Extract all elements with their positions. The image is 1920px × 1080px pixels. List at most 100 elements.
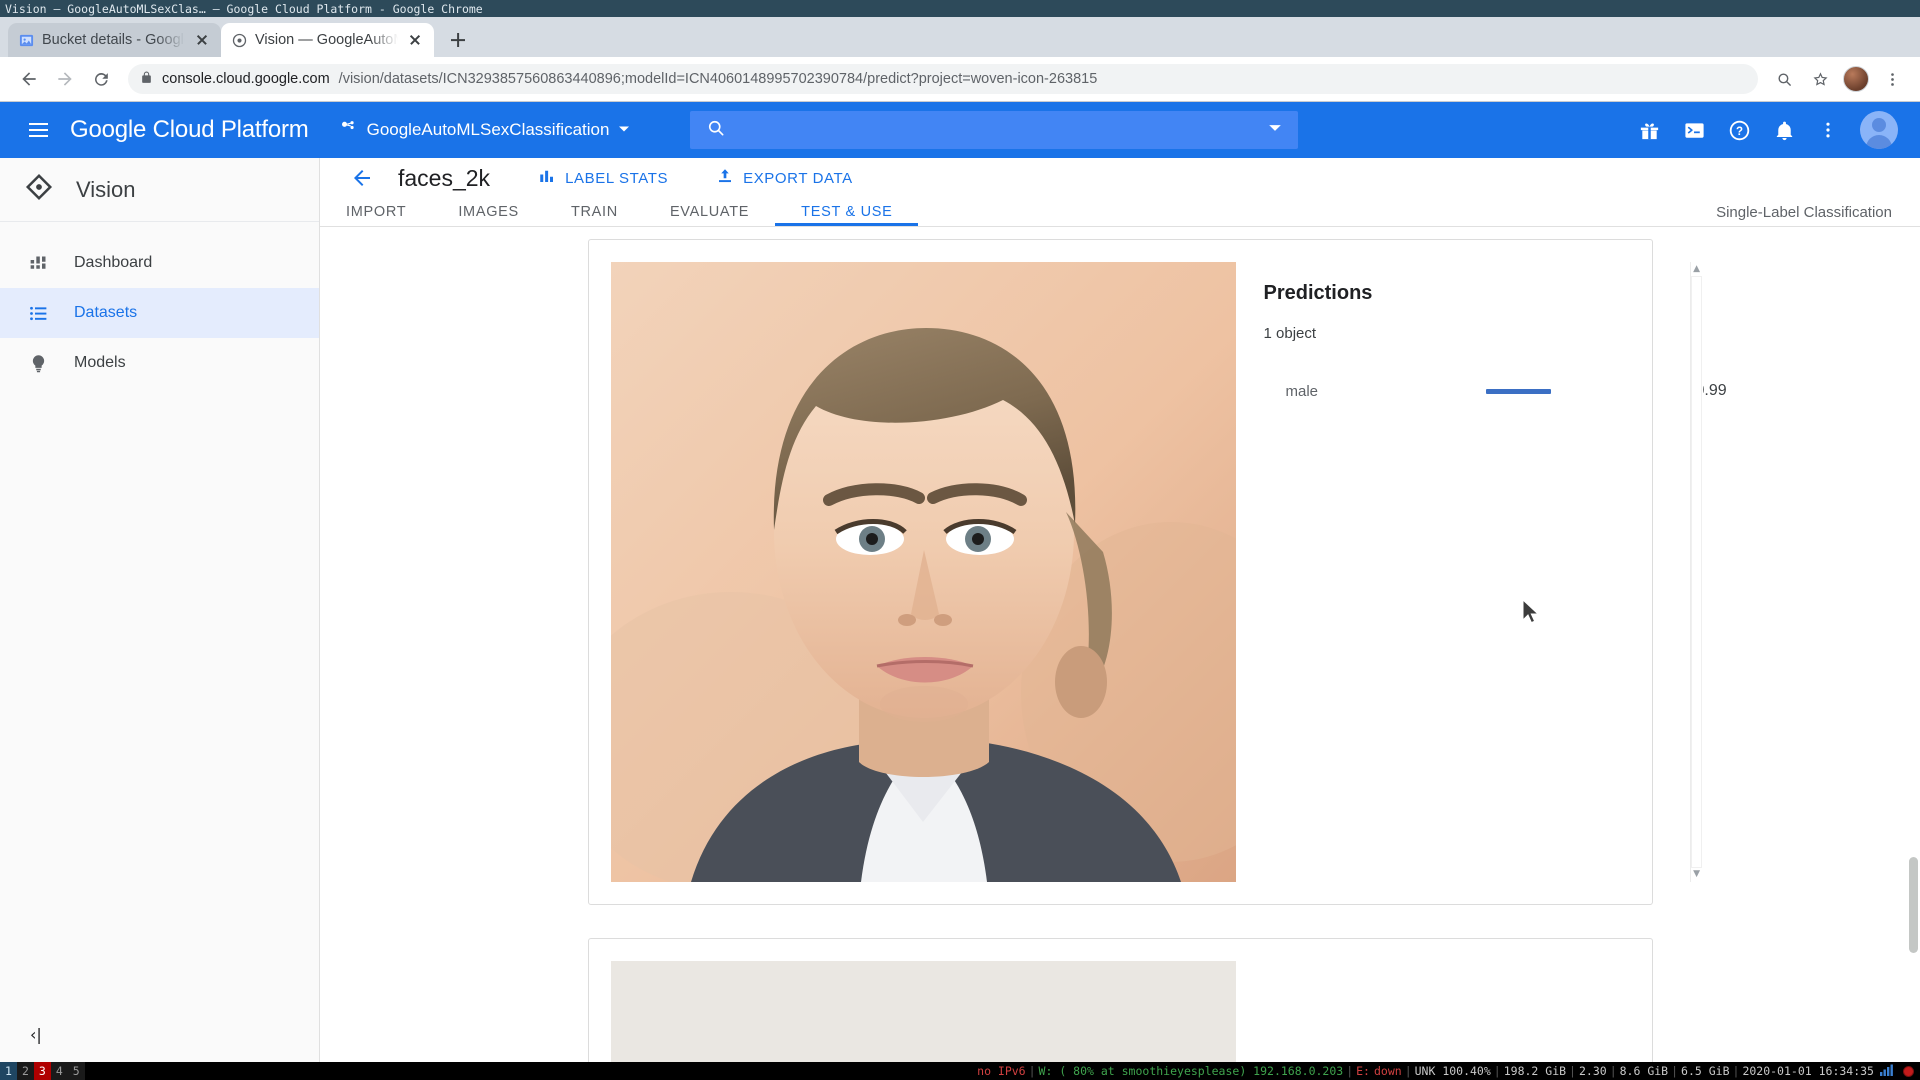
predictions-scroll-area[interactable]: Predictions 1 object male 0.99 ▲ ▼	[320, 227, 1920, 1062]
memory-status: 8.6 GiB	[1619, 1064, 1669, 1078]
gcp-logo[interactable]: Google Cloud Platform	[70, 116, 309, 144]
workspace-2[interactable]: 2	[16, 1062, 34, 1080]
sidebar-item-label: Datasets	[74, 304, 138, 321]
workspace-4[interactable]: 4	[50, 1062, 68, 1080]
sidebar-item-models[interactable]: Models	[0, 338, 319, 388]
forward-arrow-icon[interactable]	[48, 62, 82, 96]
system-statusbar: 1 2 3 4 5 no IPv6 | W: ( 80% at smoothie…	[0, 1062, 1920, 1080]
prediction-label: male	[1285, 382, 1319, 400]
sidebar-product-name: Vision	[76, 176, 136, 202]
label-stats-label: LABEL STATS	[565, 169, 669, 187]
gcp-header: Google Cloud Platform GoogleAutoMLSexCla…	[0, 102, 1920, 158]
hamburger-icon[interactable]	[16, 108, 60, 152]
separator: |	[1028, 1064, 1036, 1078]
volume-status: UNK 100.40%	[1414, 1064, 1491, 1078]
ipv6-status: no IPv6	[977, 1064, 1026, 1078]
workspace-1[interactable]: 1	[0, 1062, 17, 1080]
prediction-bar-track	[1485, 388, 1656, 394]
cloud-shell-icon[interactable]	[1683, 119, 1706, 142]
separator: |	[1404, 1064, 1412, 1078]
sidebar-item-dashboard[interactable]: Dashboard	[0, 238, 319, 288]
prediction-card: Predictions 1 object male 0.99 ▲ ▼	[587, 239, 1727, 906]
separator: |	[1569, 1064, 1576, 1078]
browser-tabstrip: Bucket details - GoogleAu Vision — Googl…	[0, 17, 1920, 57]
wifi-bars-icon	[1874, 1064, 1899, 1079]
browser-toolbar: console.cloud.google.com/vision/datasets…	[0, 57, 1920, 102]
panel-scrollbar[interactable]: ▲ ▼	[1689, 262, 1703, 883]
zoom-search-icon[interactable]	[1768, 63, 1800, 95]
prediction-panel: Predictions 1 object ▲ ▼	[1236, 939, 1652, 1062]
new-tab-button[interactable]	[444, 26, 472, 54]
sidebar-collapse-button[interactable]: ‹|	[0, 1006, 319, 1062]
browser-toolbar-actions	[1768, 63, 1908, 95]
tab-import[interactable]: IMPORT	[320, 198, 432, 226]
dashboard-icon	[26, 253, 50, 274]
browser-tab-2[interactable]: Vision — GoogleAutoMLSe	[221, 23, 434, 57]
test-image	[610, 262, 1236, 883]
workspace-3[interactable]: 3	[33, 1062, 51, 1080]
page-scrollbar-thumb[interactable]	[1909, 857, 1918, 954]
dataset-tabs: IMPORT IMAGES TRAIN EVALUATE TEST & USE …	[320, 198, 1920, 228]
sidebar-nav-items: Dashboard Datasets Models	[0, 222, 319, 388]
statusbar-info: no IPv6 | W: ( 80% at smoothieyesplease)…	[977, 1064, 1920, 1079]
search-input[interactable]	[738, 121, 1269, 139]
sidebar: Vision Dashboard Datasets Models ‹|	[0, 158, 320, 1062]
gift-icon[interactable]	[1638, 119, 1661, 142]
prediction-row: male 0.99	[1264, 382, 1727, 400]
star-icon[interactable]	[1804, 63, 1836, 95]
tab-evaluate[interactable]: EVALUATE	[644, 198, 775, 226]
swap-status: 6.5 GiB	[1681, 1064, 1730, 1078]
vision-eye-icon	[24, 172, 54, 207]
sidebar-item-datasets[interactable]: Datasets	[0, 288, 319, 338]
back-arrow-icon[interactable]	[12, 62, 46, 96]
bar-chart-icon	[538, 167, 556, 189]
address-bar[interactable]: console.cloud.google.com/vision/datasets…	[128, 64, 1758, 94]
more-vert-icon[interactable]	[1818, 120, 1838, 140]
tab-test-and-use[interactable]: TEST & USE	[775, 198, 919, 227]
notifications-bell-icon[interactable]	[1773, 119, 1796, 142]
prediction-confidence-bar	[1485, 388, 1551, 394]
os-window-title: Vision — GoogleAutoMLSexClas… — Google C…	[5, 1, 483, 16]
record-dot-icon	[1903, 1065, 1914, 1077]
scroll-up-arrow-icon[interactable]: ▲	[1693, 265, 1700, 274]
gcp-search-bar[interactable]	[690, 111, 1299, 149]
models-bulb-icon	[26, 353, 50, 374]
user-avatar[interactable]	[1860, 111, 1898, 149]
separator: |	[1493, 1064, 1501, 1078]
separator: |	[1671, 1064, 1679, 1078]
tab-label: TRAIN	[570, 204, 618, 221]
prediction-card: Predictions 1 object ▲ ▼	[587, 938, 1653, 1062]
reload-icon[interactable]	[84, 62, 118, 96]
os-window-titlebar: Vision — GoogleAutoMLSexClas… — Google C…	[0, 0, 1920, 17]
browser-tab-1[interactable]: Bucket details - GoogleAu	[8, 23, 221, 57]
chevron-down-icon[interactable]	[1268, 121, 1282, 140]
more-vert-icon[interactable]	[1876, 63, 1908, 95]
label-stats-button[interactable]: LABEL STATS	[538, 167, 668, 189]
workspace-switcher: 1 2 3 4 5	[0, 1062, 85, 1080]
dataset-header: faces_2k LABEL STATS EXPORT DATA	[320, 158, 1920, 198]
main-content: faces_2k LABEL STATS EXPORT DATA IMPORT …	[320, 158, 1920, 1062]
back-arrow-icon[interactable]	[342, 158, 382, 198]
classification-mode-label: Single-Label Classification	[1716, 203, 1892, 221]
project-selector[interactable]: GoogleAutoMLSexClassification	[339, 118, 631, 142]
tab-images[interactable]: IMAGES	[432, 198, 545, 226]
gcp-header-actions: ?	[1638, 111, 1904, 149]
close-icon[interactable]	[406, 31, 424, 49]
tab-label: TEST & USE	[801, 204, 893, 221]
help-icon[interactable]: ?	[1728, 119, 1751, 142]
disk-status: 198.2 GiB	[1503, 1064, 1567, 1078]
scroll-down-arrow-icon[interactable]: ▼	[1693, 870, 1700, 879]
separator: |	[1346, 1064, 1354, 1078]
workspace-5[interactable]: 5	[67, 1062, 85, 1080]
tab-train[interactable]: TRAIN	[545, 198, 644, 226]
export-data-button[interactable]: EXPORT DATA	[716, 167, 853, 189]
sidebar-product-header[interactable]: Vision	[0, 158, 319, 222]
page-scrollbar[interactable]	[1905, 227, 1920, 1062]
datasets-list-icon	[26, 303, 50, 324]
avatar[interactable]	[1840, 63, 1872, 95]
close-icon[interactable]	[193, 31, 211, 49]
lock-icon	[140, 71, 153, 88]
image-icon	[18, 32, 34, 48]
address-bar-host: console.cloud.google.com	[162, 71, 330, 87]
object-count: 1 object	[1263, 325, 1317, 343]
